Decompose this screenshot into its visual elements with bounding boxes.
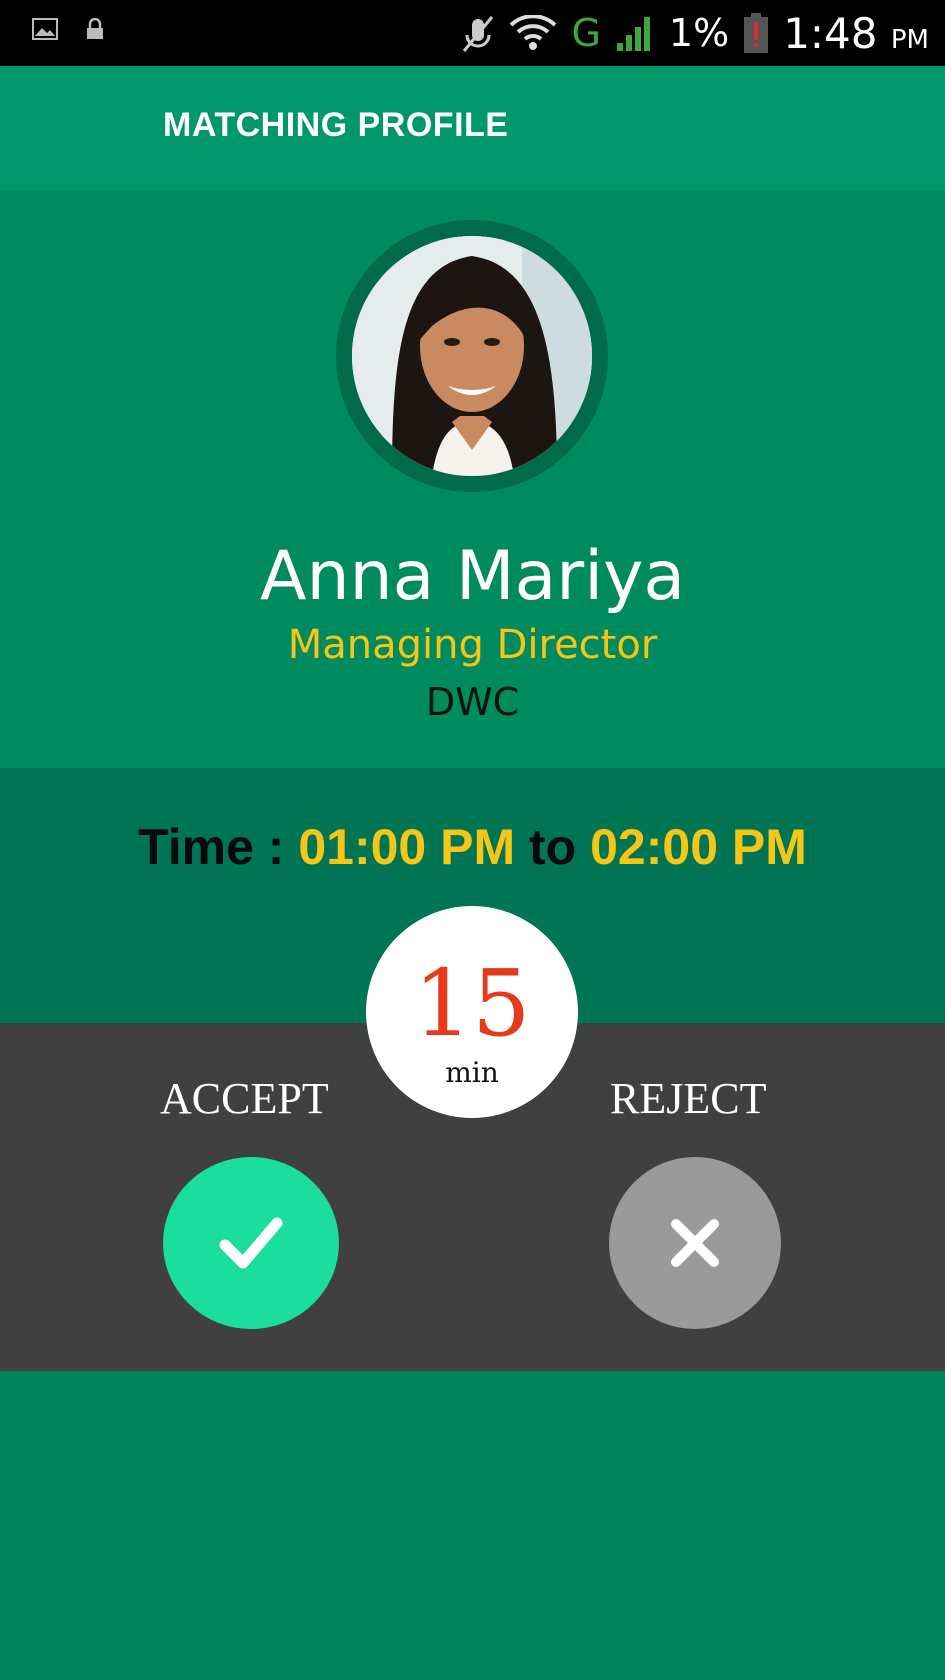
battery-percent: 1% [668, 11, 730, 55]
profile-role: Managing Director [287, 622, 658, 668]
time-prefix: Time : [138, 819, 285, 875]
status-bar: G 1% 1:48 PM [0, 0, 945, 66]
signal-icon [615, 13, 655, 53]
clock-ampm: PM [890, 24, 929, 55]
meeting-time: Time : 01:00 PM to 02:00 PM [0, 818, 945, 876]
countdown-timer: 15 min [366, 906, 578, 1118]
profile-company: DWC [425, 680, 520, 724]
timer-value: 15 [413, 950, 531, 1057]
network-type: G [571, 11, 601, 55]
clock: 1:48 PM [783, 9, 929, 58]
reject-label: REJECT [610, 1074, 767, 1123]
profile-card: Anna Mariya Managing Director DWC [0, 190, 945, 768]
app-header: MATCHING PROFILE [0, 66, 945, 190]
check-icon [219, 1217, 283, 1269]
wifi-icon [509, 15, 557, 51]
close-icon [671, 1219, 719, 1267]
time-joiner: to [529, 819, 577, 875]
avatar-ring [336, 220, 608, 492]
avatar[interactable] [352, 236, 592, 476]
time-end: 02:00 PM [590, 819, 807, 875]
profile-name: Anna Mariya [259, 537, 686, 616]
mute-icon [461, 13, 495, 53]
accept-button[interactable] [163, 1157, 339, 1329]
lock-icon [86, 18, 104, 40]
accept-label: ACCEPT [160, 1074, 329, 1123]
page-title: MATCHING PROFILE [163, 106, 509, 144]
time-start: 01:00 PM [298, 819, 516, 875]
battery-alert-icon [743, 12, 769, 54]
timer-unit: min [445, 1056, 499, 1089]
reject-button[interactable] [609, 1157, 781, 1329]
image-icon [32, 18, 58, 40]
clock-time: 1:48 [783, 8, 878, 58]
